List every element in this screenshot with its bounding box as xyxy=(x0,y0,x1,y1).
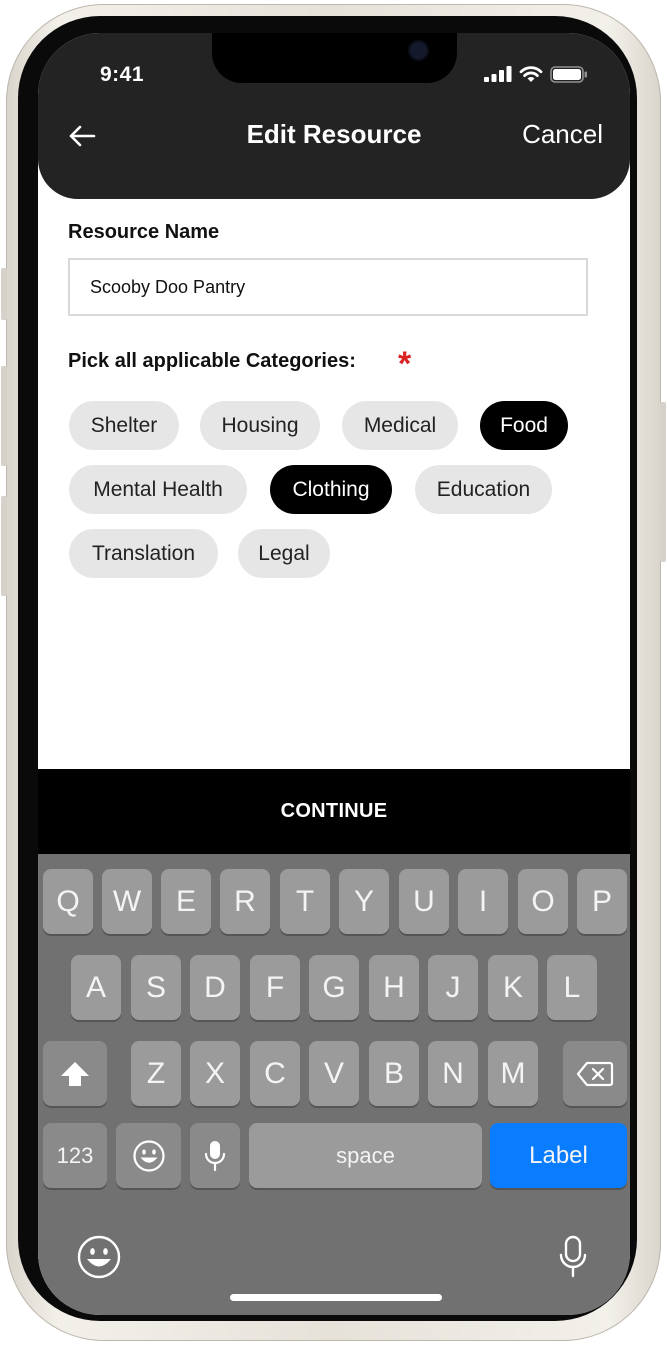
emoji-icon xyxy=(132,1139,165,1172)
power-button xyxy=(660,402,666,562)
key-g[interactable]: G xyxy=(309,955,359,1020)
emoji-switch-button[interactable] xyxy=(76,1234,122,1280)
key-t[interactable]: T xyxy=(280,869,330,934)
key-n[interactable]: N xyxy=(428,1041,478,1106)
dictation-button[interactable] xyxy=(558,1234,588,1280)
dictation-key[interactable] xyxy=(190,1123,240,1188)
category-chip-housing[interactable]: Housing xyxy=(200,401,320,450)
microphone-icon xyxy=(559,1235,587,1278)
category-chip-legal[interactable]: Legal xyxy=(238,529,330,578)
key-p[interactable]: P xyxy=(577,869,627,934)
category-chip-clothing[interactable]: Clothing xyxy=(270,465,392,514)
category-chip-translation[interactable]: Translation xyxy=(69,529,218,578)
key-u[interactable]: U xyxy=(399,869,449,934)
category-chip-medical[interactable]: Medical xyxy=(342,401,458,450)
key-d[interactable]: D xyxy=(190,955,240,1020)
key-y[interactable]: Y xyxy=(339,869,389,934)
numbers-key[interactable]: 123 xyxy=(43,1123,107,1188)
category-chip-shelter[interactable]: Shelter xyxy=(69,401,179,450)
key-a[interactable]: A xyxy=(71,955,121,1020)
key-l[interactable]: L xyxy=(547,955,597,1020)
category-chip-education[interactable]: Education xyxy=(415,465,552,514)
key-r[interactable]: R xyxy=(220,869,270,934)
status-time: 9:41 xyxy=(100,63,145,86)
status-icons xyxy=(484,65,588,83)
space-key[interactable]: space xyxy=(249,1123,482,1188)
resource-name-label: Resource Name xyxy=(68,221,220,243)
key-o[interactable]: O xyxy=(518,869,568,934)
key-b[interactable]: B xyxy=(369,1041,419,1106)
shift-icon xyxy=(61,1061,89,1086)
category-chip-food[interactable]: Food xyxy=(480,401,568,450)
microphone-icon xyxy=(204,1140,226,1171)
required-asterisk: * xyxy=(398,345,412,383)
category-chip-mental-health[interactable]: Mental Health xyxy=(69,465,247,514)
camera-icon xyxy=(410,42,427,59)
delete-icon xyxy=(576,1061,614,1086)
key-j[interactable]: J xyxy=(428,955,478,1020)
key-e[interactable]: E xyxy=(161,869,211,934)
key-k[interactable]: K xyxy=(488,955,538,1020)
delete-key[interactable] xyxy=(563,1041,627,1106)
silent-switch xyxy=(1,268,7,320)
key-w[interactable]: W xyxy=(102,869,152,934)
key-i[interactable]: I xyxy=(458,869,508,934)
categories-label: Pick all applicable Categories: xyxy=(68,350,356,372)
key-v[interactable]: V xyxy=(309,1041,359,1106)
shift-key[interactable] xyxy=(43,1041,107,1106)
key-f[interactable]: F xyxy=(250,955,300,1020)
emoji-key[interactable] xyxy=(116,1123,181,1188)
signal-icon xyxy=(484,66,512,82)
wifi-icon xyxy=(519,65,543,82)
screen: 9:41 Edit Resource Cancel Resource Name … xyxy=(38,33,630,1315)
key-x[interactable]: X xyxy=(190,1041,240,1106)
key-q[interactable]: Q xyxy=(43,869,93,934)
key-h[interactable]: H xyxy=(369,955,419,1020)
return-key[interactable]: Label xyxy=(490,1123,627,1188)
key-z[interactable]: Z xyxy=(131,1041,181,1106)
key-s[interactable]: S xyxy=(131,955,181,1020)
key-m[interactable]: M xyxy=(488,1041,538,1106)
dynamic-island xyxy=(212,33,457,83)
keyboard: Q W E R T Y U I O P A S D F G H J K L Z … xyxy=(38,854,630,1315)
home-indicator[interactable] xyxy=(230,1294,442,1301)
app-header: 9:41 Edit Resource Cancel xyxy=(38,33,630,199)
resource-name-input[interactable] xyxy=(68,258,588,316)
key-c[interactable]: C xyxy=(250,1041,300,1106)
cancel-button[interactable]: Cancel xyxy=(522,119,603,150)
volume-down-button xyxy=(1,496,7,596)
continue-button[interactable]: CONTINUE xyxy=(38,769,630,854)
battery-icon xyxy=(550,65,587,83)
volume-up-button xyxy=(1,366,7,466)
emoji-icon xyxy=(77,1235,121,1279)
